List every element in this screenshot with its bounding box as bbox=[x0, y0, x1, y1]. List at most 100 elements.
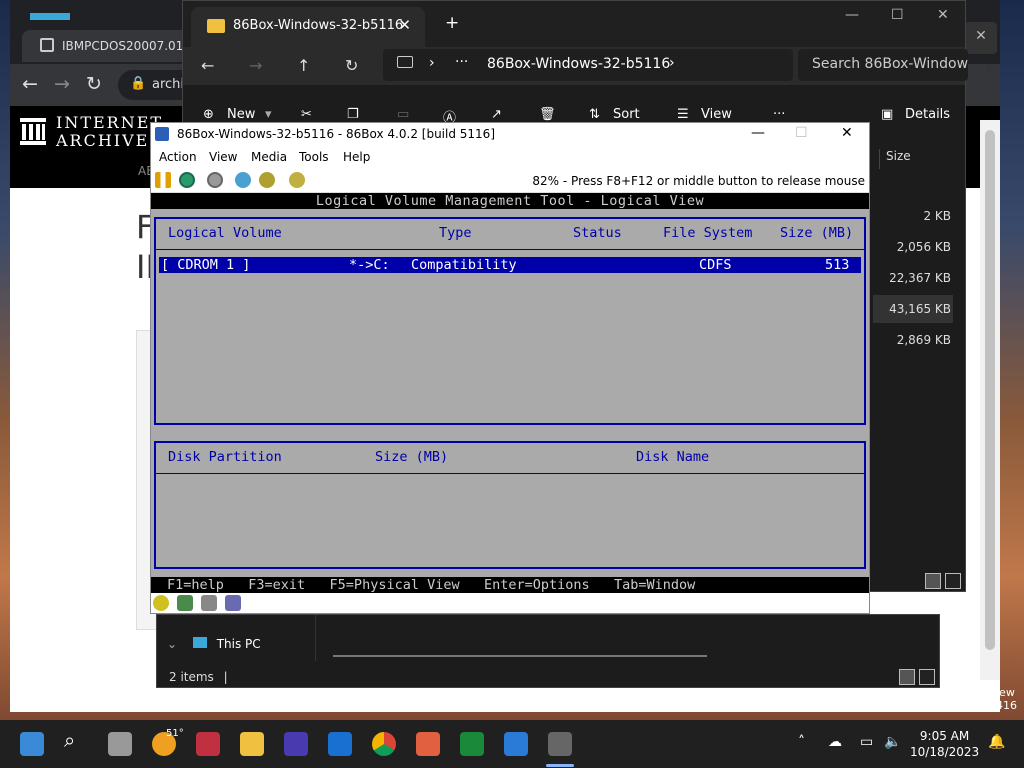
menu-action[interactable]: Action bbox=[159, 150, 197, 164]
start-icon[interactable] bbox=[20, 732, 44, 756]
hdd-icon[interactable] bbox=[201, 595, 217, 611]
delete-icon[interactable]: 🗑 bbox=[539, 107, 556, 122]
scrollbar-thumb[interactable] bbox=[985, 130, 995, 650]
chevron-up-icon[interactable]: ˄ bbox=[798, 734, 805, 750]
86box-title: 86Box-Windows-32-b5116 - 86Box 4.0.2 [bu… bbox=[177, 127, 495, 141]
menu-tools[interactable]: Tools bbox=[299, 150, 329, 164]
86box-app-icon bbox=[155, 127, 169, 141]
col-partition-size: Size (MB) bbox=[375, 449, 449, 465]
copy-icon[interactable]: ❐ bbox=[347, 107, 359, 122]
address-bar[interactable]: 🔒 archi bbox=[118, 70, 188, 100]
explorer-tab[interactable]: 86Box-Windows-32-b5116 ✕ bbox=[191, 7, 425, 47]
archive-logo-icon[interactable] bbox=[20, 116, 46, 146]
notification-bell-icon[interactable]: 🔔 bbox=[988, 734, 1005, 750]
power-icon[interactable] bbox=[207, 172, 223, 188]
column-header-size[interactable]: Size bbox=[879, 149, 959, 169]
nav-this-pc[interactable]: ⌄ This PC bbox=[167, 637, 261, 651]
forward-arrow-icon[interactable]: → bbox=[54, 73, 70, 95]
close-icon[interactable]: ✕ bbox=[841, 125, 853, 141]
close-tab-icon[interactable]: ✕ bbox=[398, 16, 411, 34]
up-arrow-icon[interactable]: ↑ bbox=[297, 56, 310, 75]
config-icon[interactable] bbox=[289, 172, 305, 188]
details-button[interactable]: Details bbox=[905, 107, 950, 122]
plus-circle-icon[interactable]: ⊕ bbox=[203, 107, 214, 122]
details-icon[interactable]: ▣ bbox=[881, 107, 893, 122]
sound-icon[interactable] bbox=[225, 595, 241, 611]
function-key-bar: F1=help F3=exit F5=Physical View Enter=O… bbox=[151, 577, 869, 593]
details-view-icon[interactable] bbox=[925, 573, 941, 589]
settings-icon[interactable] bbox=[235, 172, 251, 188]
close-icon[interactable]: ✕ bbox=[937, 7, 949, 23]
nav-this-pc-label: This PC bbox=[216, 637, 261, 651]
spreadsheet-app-icon[interactable] bbox=[460, 732, 484, 756]
col-file-system: File System bbox=[663, 225, 753, 241]
file-size: 2 KB bbox=[923, 209, 951, 223]
browser-close-button[interactable]: ✕ bbox=[965, 22, 997, 54]
clock-time: 9:05 AM bbox=[919, 729, 970, 743]
mail-icon[interactable] bbox=[328, 732, 352, 756]
sort-icon[interactable]: ⇅ bbox=[589, 107, 600, 122]
refresh-icon[interactable]: ↻ bbox=[345, 56, 358, 75]
new-tab-icon[interactable]: + bbox=[445, 13, 459, 33]
minimize-icon[interactable]: — bbox=[751, 125, 765, 141]
task-view-icon[interactable] bbox=[108, 732, 132, 756]
ellipsis-icon[interactable]: ··· bbox=[455, 54, 468, 70]
path-bar[interactable]: › ··· 86Box-Windows-32-b5116 › bbox=[383, 49, 793, 81]
86box-status-bar bbox=[151, 593, 869, 613]
mouse-release-message: 82% - Press F8+F12 or middle button to r… bbox=[532, 174, 865, 188]
menu-media[interactable]: Media bbox=[251, 150, 287, 164]
tiles-view-icon[interactable] bbox=[919, 669, 935, 685]
pause-icon[interactable] bbox=[155, 172, 171, 188]
side-text-2: iew bbox=[996, 686, 1015, 699]
new-button[interactable]: New bbox=[227, 107, 255, 122]
weather-app-icon[interactable] bbox=[504, 732, 528, 756]
volume-row-selected[interactable]: [ CDROM 1 ] *->C: Compatibility CDFS 513 bbox=[159, 257, 861, 273]
browser-tab[interactable]: IBMPCDOS20007.01Boo bbox=[22, 30, 192, 62]
volume-type: Compatibility bbox=[411, 257, 517, 273]
minimize-icon[interactable]: — bbox=[845, 7, 859, 23]
cut-icon[interactable]: ✂ bbox=[301, 107, 312, 122]
maximize-icon[interactable]: ☐ bbox=[891, 7, 904, 23]
system-clock[interactable]: 9:05 AM 10/18/2023 bbox=[910, 728, 979, 760]
reload-icon[interactable]: ↻ bbox=[86, 73, 102, 95]
display-icon[interactable]: ▭ bbox=[860, 734, 873, 750]
view-button[interactable]: View bbox=[701, 107, 732, 122]
reset-icon[interactable] bbox=[179, 172, 195, 188]
details-view-icon[interactable] bbox=[899, 669, 915, 685]
cdrom-icon[interactable] bbox=[153, 595, 169, 611]
forward-arrow-icon[interactable]: → bbox=[249, 56, 262, 75]
view-icon[interactable]: ☰ bbox=[677, 107, 689, 122]
back-arrow-icon[interactable]: ← bbox=[201, 56, 214, 75]
chrome-icon[interactable] bbox=[372, 732, 396, 756]
search-input[interactable]: Search 86Box-Windows-3 bbox=[798, 49, 968, 81]
news-app-icon[interactable] bbox=[196, 732, 220, 756]
file-size: 43,165 KB bbox=[889, 302, 951, 316]
86box-toolbar: 82% - Press F8+F12 or middle button to r… bbox=[151, 167, 869, 193]
monitor-icon bbox=[397, 56, 413, 68]
onedrive-icon[interactable]: ☁ bbox=[828, 734, 842, 750]
col-logical-volume: Logical Volume bbox=[168, 225, 282, 241]
hardware-icon[interactable] bbox=[259, 172, 275, 188]
search-icon[interactable]: ⌕ bbox=[64, 728, 88, 752]
tiles-view-icon[interactable] bbox=[945, 573, 961, 589]
file-explorer-icon[interactable] bbox=[240, 732, 264, 756]
more-button[interactable]: ··· bbox=[773, 107, 785, 122]
horizontal-scrollbar[interactable] bbox=[333, 655, 707, 657]
86box-taskbar-icon[interactable] bbox=[548, 732, 572, 756]
side-text: e bbox=[985, 60, 993, 74]
sort-button[interactable]: Sort bbox=[613, 107, 640, 122]
people-app-icon[interactable] bbox=[416, 732, 440, 756]
maximize-icon[interactable]: ☐ bbox=[795, 125, 808, 141]
menu-help[interactable]: Help bbox=[343, 150, 370, 164]
emulator-screen[interactable]: Logical Volume Management Tool - Logical… bbox=[151, 193, 869, 593]
browser-scrollbar[interactable] bbox=[980, 120, 1000, 680]
file-size: 2,056 KB bbox=[896, 240, 951, 254]
network-icon[interactable] bbox=[177, 595, 193, 611]
menu-view[interactable]: View bbox=[209, 150, 237, 164]
paste-icon[interactable]: ▭ bbox=[397, 107, 409, 122]
calendar-app-icon[interactable] bbox=[284, 732, 308, 756]
volume-icon[interactable]: 🔈 bbox=[884, 734, 901, 750]
back-arrow-icon[interactable]: ← bbox=[22, 73, 38, 95]
share-icon[interactable]: ↗ bbox=[491, 107, 502, 122]
chevron-right-icon: › bbox=[669, 55, 675, 71]
